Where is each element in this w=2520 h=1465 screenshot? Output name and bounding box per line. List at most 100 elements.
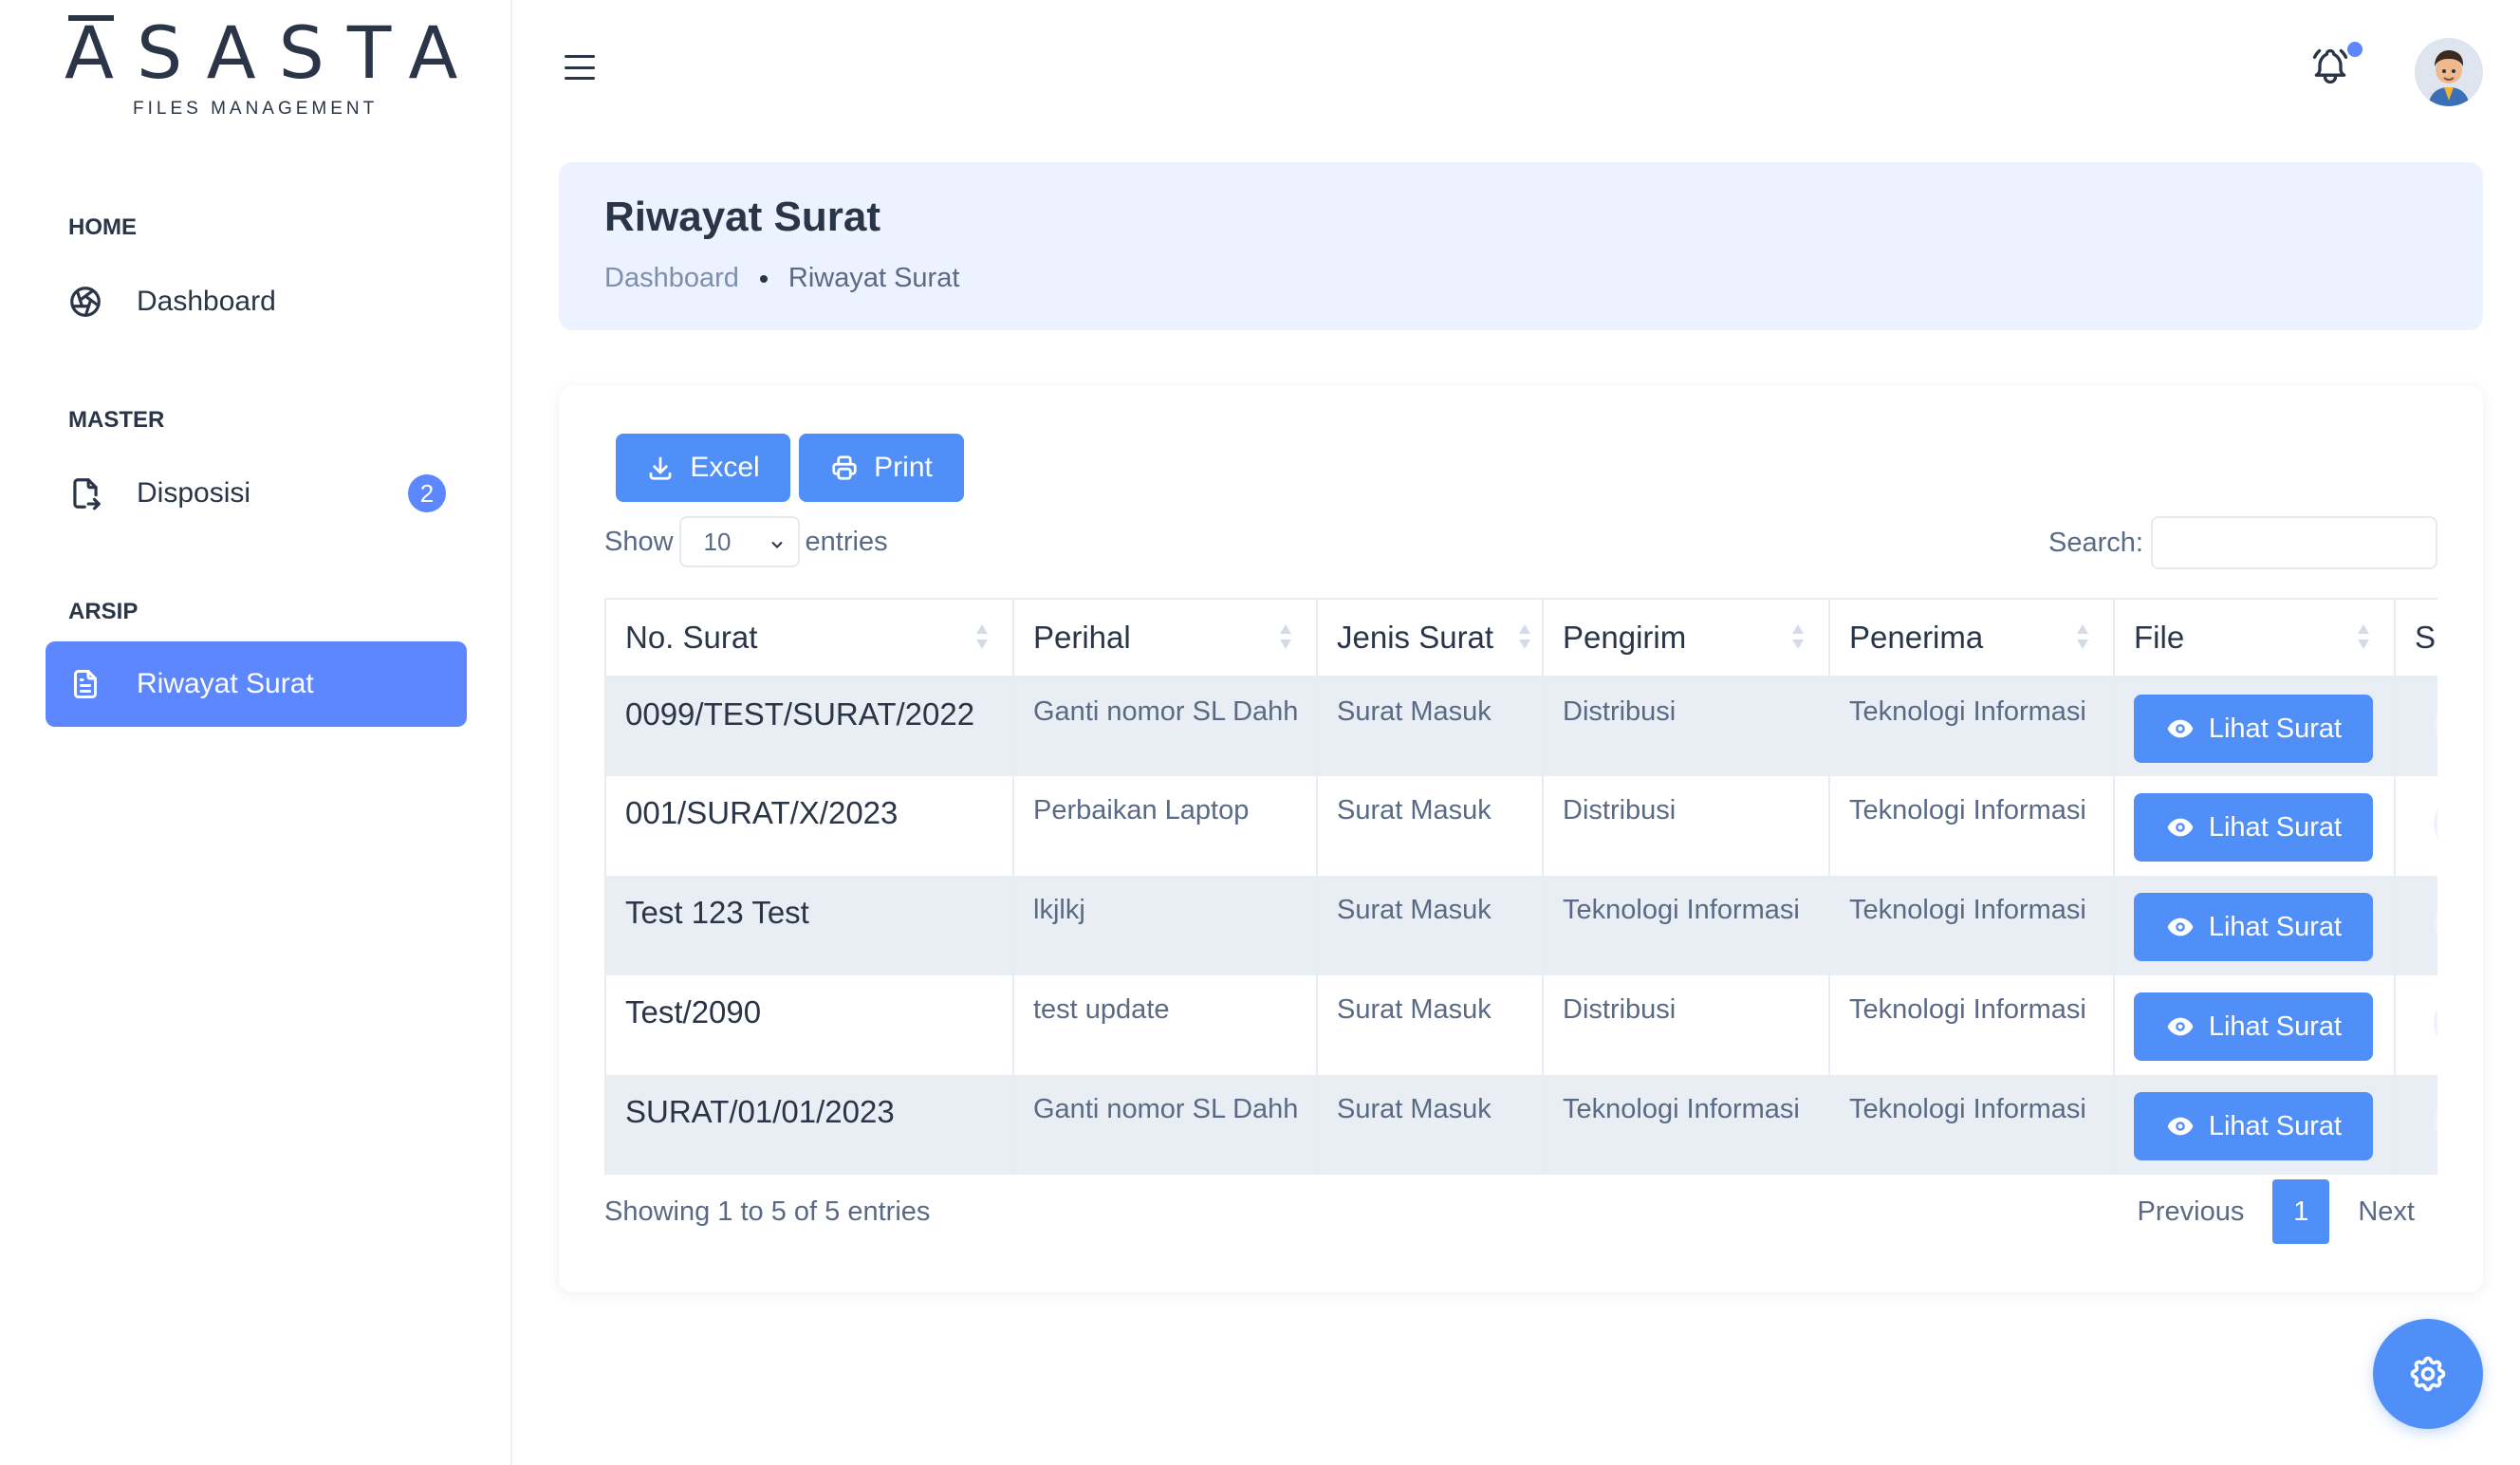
column-header-no-surat[interactable]: No. Surat <box>604 598 1014 677</box>
cell-perihal: Ganti nomor SL Dahh <box>1012 1075 1318 1175</box>
lihat-surat-label: Lihat Surat <box>2208 911 2343 942</box>
cell-perihal: test update <box>1012 975 1318 1075</box>
lihat-surat-button[interactable]: Lihat Surat <box>2134 1092 2373 1160</box>
lihat-surat-button[interactable]: Lihat Surat <box>2134 793 2373 862</box>
cell-jenis-surat: Surat Masuk <box>1316 975 1544 1075</box>
cell-penerima: Teknologi Informasi <box>1828 876 2115 975</box>
eye-icon <box>2167 719 2194 738</box>
cell-pengirim: Distribusi <box>1542 975 1830 1075</box>
eye-icon <box>2167 918 2194 936</box>
lihat-surat-button[interactable]: Lihat Surat <box>2134 893 2373 961</box>
sidebar-item-label: Riwayat Surat <box>137 668 314 699</box>
table-row: 001/SURAT/X/2023 Perbaikan Laptop Surat … <box>604 776 2437 876</box>
pagination: Previous 1 Next <box>2138 1179 2415 1244</box>
sort-icon <box>976 624 988 649</box>
table-scroll-area: No. Surat Perihal Jenis Surat Pengirim P… <box>604 598 2437 1178</box>
sidebar-item-riwayat-surat[interactable]: Riwayat Surat <box>46 641 467 727</box>
cell-action <box>2394 876 2437 975</box>
previous-page-button[interactable]: Previous <box>2138 1196 2245 1228</box>
cell-jenis-surat: Surat Masuk <box>1316 876 1544 975</box>
print-button-label: Print <box>874 452 933 483</box>
logo-macron <box>68 15 114 21</box>
cell-file: Lihat Surat <box>2113 776 2396 876</box>
table-info: Showing 1 to 5 of 5 entries <box>604 1196 931 1227</box>
sidebar-item-label: Disposisi <box>137 477 251 509</box>
column-header-s[interactable]: S <box>2394 598 2437 677</box>
file-text-icon <box>66 665 104 703</box>
entries-select[interactable]: 10 <box>678 516 800 567</box>
avatar[interactable] <box>2415 38 2483 106</box>
cell-penerima: Teknologi Informasi <box>1828 1075 2115 1175</box>
column-title: Pengirim <box>1563 620 1687 655</box>
lihat-surat-button[interactable]: Lihat Surat <box>2134 695 2373 763</box>
sort-icon <box>1280 624 1291 649</box>
table-row: Test 123 Test lkjlkj Surat Masuk Teknolo… <box>604 876 2437 975</box>
table-row: 0099/TEST/SURAT/2022 Ganti nomor SL Dahh… <box>604 677 2437 776</box>
cell-action <box>2394 677 2437 776</box>
cell-file: Lihat Surat <box>2113 876 2396 975</box>
table-header-row: No. Surat Perihal Jenis Surat Pengirim P… <box>604 598 2437 677</box>
column-title: File <box>2134 620 2185 655</box>
column-header-file[interactable]: File <box>2113 598 2396 677</box>
cell-action <box>2394 1075 2437 1175</box>
download-icon <box>649 456 672 480</box>
aperture-icon <box>66 283 104 321</box>
page-1-button[interactable]: 1 <box>2272 1179 2330 1244</box>
settings-gear-icon <box>2410 1356 2446 1392</box>
cell-perihal: Perbaikan Laptop <box>1012 776 1318 876</box>
excel-button[interactable]: Excel <box>616 434 790 502</box>
file-export-icon <box>66 474 104 512</box>
column-title: Penerima <box>1849 620 1984 655</box>
row-action-button[interactable] <box>2434 795 2437 852</box>
breadcrumb-dashboard-link[interactable]: Dashboard <box>604 263 739 294</box>
brand-tagline: FILES MANAGEMENT <box>133 99 379 119</box>
brand-logo[interactable]: ASASTA FILES MANAGEMENT <box>65 9 481 120</box>
lihat-surat-button[interactable]: Lihat Surat <box>2134 992 2373 1061</box>
cell-penerima: Teknologi Informasi <box>1828 975 2115 1075</box>
lihat-surat-label: Lihat Surat <box>2208 1011 2343 1042</box>
page-header: Riwayat Surat Dashboard Riwayat Surat <box>559 162 2483 330</box>
next-page-button[interactable]: Next <box>2358 1196 2415 1228</box>
row-action-button[interactable] <box>2434 994 2437 1051</box>
sidebar-item-label: Dashboard <box>137 286 276 317</box>
lihat-surat-label: Lihat Surat <box>2208 811 2343 843</box>
print-button[interactable]: Print <box>799 434 964 502</box>
bell-icon[interactable] <box>2309 46 2351 87</box>
menu-toggle-icon[interactable] <box>565 55 595 80</box>
column-header-perihal[interactable]: Perihal <box>1012 598 1318 677</box>
column-title: S <box>2415 620 2437 655</box>
eye-icon <box>2167 1117 2194 1136</box>
search-label: Search: <box>2048 527 2143 558</box>
column-title: Jenis Surat <box>1337 620 1494 655</box>
search-input[interactable] <box>2151 516 2437 569</box>
cell-action <box>2394 776 2437 876</box>
cell-penerima: Teknologi Informasi <box>1828 776 2115 876</box>
brand-name: ASASTA <box>65 10 481 95</box>
column-header-pengirim[interactable]: Pengirim <box>1542 598 1830 677</box>
row-action-button[interactable] <box>2434 696 2437 753</box>
cell-jenis-surat: Surat Masuk <box>1316 1075 1544 1175</box>
row-action-button[interactable] <box>2434 1094 2437 1151</box>
cell-no-surat: Test 123 Test <box>604 876 1014 975</box>
sidebar-item-disposisi[interactable]: Disposisi 2 <box>46 451 467 536</box>
surat-table: No. Surat Perihal Jenis Surat Pengirim P… <box>604 598 2437 1175</box>
page-title: Riwayat Surat <box>604 194 880 240</box>
cell-pengirim: Teknologi Informasi <box>1542 876 1830 975</box>
cell-perihal: Ganti nomor SL Dahh <box>1012 677 1318 776</box>
cell-penerima: Teknologi Informasi <box>1828 677 2115 776</box>
cell-no-surat: SURAT/01/01/2023 <box>604 1075 1014 1175</box>
sidebar-item-dashboard[interactable]: Dashboard <box>46 259 467 344</box>
column-header-penerima[interactable]: Penerima <box>1828 598 2115 677</box>
cell-file: Lihat Surat <box>2113 975 2396 1075</box>
cell-jenis-surat: Surat Masuk <box>1316 776 1544 876</box>
settings-fab[interactable] <box>2373 1319 2483 1429</box>
table-row: Test/2090 test update Surat Masuk Distri… <box>604 975 2437 1075</box>
nav-caption-master: MASTER <box>68 407 165 433</box>
cell-pengirim: Teknologi Informasi <box>1542 1075 1830 1175</box>
table-card: Excel Print Show 10 entries Search: No. … <box>559 386 2483 1292</box>
cell-no-surat: 001/SURAT/X/2023 <box>604 776 1014 876</box>
row-action-button[interactable] <box>2434 895 2437 952</box>
column-header-jenis-surat[interactable]: Jenis Surat <box>1316 598 1544 677</box>
cell-no-surat: Test/2090 <box>604 975 1014 1075</box>
nav-caption-arsip: ARSIP <box>68 599 139 624</box>
